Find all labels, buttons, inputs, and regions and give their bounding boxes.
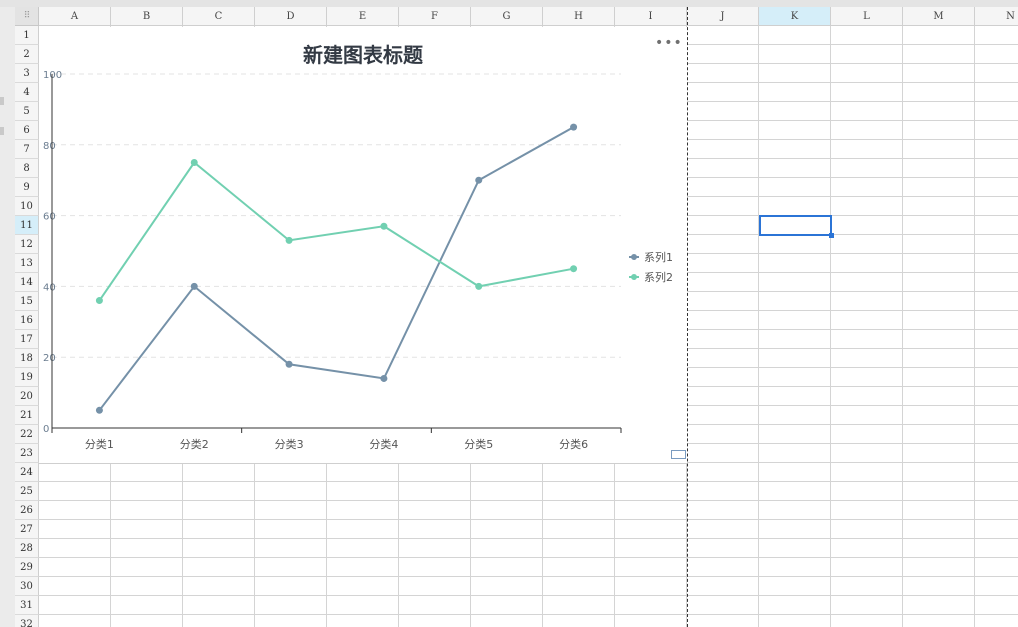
- row-header-32[interactable]: 32: [15, 615, 39, 627]
- column-header-B[interactable]: B: [111, 7, 183, 26]
- row-header-23[interactable]: 23: [15, 444, 39, 463]
- data-point: [380, 374, 388, 382]
- x-tick-label: 分类2: [180, 437, 209, 451]
- row-header-25[interactable]: 25: [15, 482, 39, 501]
- toolbar-strip: [0, 0, 1018, 7]
- panel-mark: [0, 127, 4, 135]
- row-header-2[interactable]: 2: [15, 45, 39, 64]
- column-header-H[interactable]: H: [543, 7, 615, 26]
- column-header-M[interactable]: M: [903, 7, 975, 26]
- data-point: [380, 222, 388, 230]
- row-header-15[interactable]: 15: [15, 292, 39, 311]
- row-header-28[interactable]: 28: [15, 539, 39, 558]
- data-point: [475, 176, 483, 184]
- row-header-12[interactable]: 12: [15, 235, 39, 254]
- legend-swatch-dot: [631, 274, 637, 280]
- column-header-C[interactable]: C: [183, 7, 255, 26]
- row-header-5[interactable]: 5: [15, 102, 39, 121]
- series-line-1: [98, 126, 575, 411]
- row-header-29[interactable]: 29: [15, 558, 39, 577]
- row-header-18[interactable]: 18: [15, 349, 39, 368]
- y-tick-label: 40: [43, 282, 56, 293]
- row-header-26[interactable]: 26: [15, 501, 39, 520]
- row-header-27[interactable]: 27: [15, 520, 39, 539]
- row-header-14[interactable]: 14: [15, 273, 39, 292]
- legend-label: 系列2: [644, 270, 673, 284]
- more-dots-icon[interactable]: •••: [655, 35, 683, 51]
- row-header-7[interactable]: 7: [15, 140, 39, 159]
- y-tick-label: 20: [43, 353, 56, 364]
- x-tick-label: 分类4: [369, 437, 398, 451]
- left-panel-edge: [0, 7, 15, 627]
- column-header-D[interactable]: D: [255, 7, 327, 26]
- data-point: [95, 406, 103, 414]
- line-chart: 0 20 40 60 80 100 分类1 分类2 分类3 分类4 分类5 分类6 系列1 系列2: [43, 70, 673, 451]
- column-header-J[interactable]: J: [687, 7, 759, 26]
- row-header-3[interactable]: 3: [15, 64, 39, 83]
- row-header-8[interactable]: 8: [15, 159, 39, 178]
- row-header-17[interactable]: 17: [15, 330, 39, 349]
- row-header-22[interactable]: 22: [15, 425, 39, 444]
- select-all-corner[interactable]: ⠿: [15, 7, 39, 26]
- y-tick-label: 80: [43, 141, 56, 152]
- x-tick-label: 分类6: [559, 437, 588, 451]
- fill-handle[interactable]: [829, 233, 834, 238]
- column-header-bar: ABCDEFGHIJKLMN: [39, 7, 1018, 26]
- x-tick-label: 分类5: [464, 437, 493, 451]
- column-header-G[interactable]: G: [471, 7, 543, 26]
- column-header-K[interactable]: K: [759, 7, 831, 26]
- data-point: [95, 297, 103, 305]
- data-point: [570, 265, 578, 273]
- column-header-L[interactable]: L: [831, 7, 903, 26]
- data-point: [285, 236, 293, 244]
- active-cell-K11[interactable]: [759, 215, 832, 236]
- row-header-4[interactable]: 4: [15, 83, 39, 102]
- y-tick-label: 60: [43, 212, 56, 223]
- chart-resize-handle[interactable]: [671, 450, 686, 459]
- page-break-line: [687, 7, 688, 627]
- row-header-30[interactable]: 30: [15, 577, 39, 596]
- row-header-16[interactable]: 16: [15, 311, 39, 330]
- column-header-N[interactable]: N: [975, 7, 1018, 26]
- row-header-11[interactable]: 11: [15, 216, 39, 235]
- series-line-2: [98, 161, 574, 302]
- column-header-A[interactable]: A: [39, 7, 111, 26]
- x-tick-label: 分类3: [275, 437, 304, 451]
- row-header-bar: 1 2 3 4 5 6 7 8 9 10 11 12 13 14 15 16 17 18 19 20 21 22 23 24 2…: [15, 26, 39, 627]
- row-header-13[interactable]: 13: [15, 254, 39, 273]
- data-point: [475, 282, 483, 290]
- row-header-24[interactable]: 24: [15, 463, 39, 482]
- data-point: [285, 360, 293, 368]
- legend-label: 系列1: [644, 250, 673, 264]
- legend-swatch-dot: [631, 254, 637, 260]
- x-tick-label: 分类1: [85, 437, 114, 451]
- data-point: [190, 159, 198, 166]
- row-header-1[interactable]: 1: [15, 26, 39, 45]
- data-point: [190, 282, 198, 290]
- row-header-31[interactable]: 31: [15, 596, 39, 615]
- y-tick-label: 100: [43, 70, 62, 81]
- row-header-19[interactable]: 19: [15, 368, 39, 387]
- column-header-I[interactable]: I: [615, 7, 687, 26]
- row-header-21[interactable]: 21: [15, 406, 39, 425]
- column-header-E[interactable]: E: [327, 7, 399, 26]
- column-header-F[interactable]: F: [399, 7, 471, 26]
- row-header-20[interactable]: 20: [15, 387, 39, 406]
- y-tick-label: 0: [43, 424, 49, 435]
- panel-mark: [0, 97, 4, 105]
- chart-object[interactable]: 0 20 40 60 80 100 分类1 分类2 分类3 分类4 分类5 分类6 系列1 系列2 新建图…: [39, 27, 687, 464]
- row-header-10[interactable]: 10: [15, 197, 39, 216]
- row-header-6[interactable]: 6: [15, 121, 39, 140]
- row-header-9[interactable]: 9: [15, 178, 39, 197]
- chart-title[interactable]: 新建图表标题: [39, 39, 687, 68]
- data-point: [570, 123, 578, 131]
